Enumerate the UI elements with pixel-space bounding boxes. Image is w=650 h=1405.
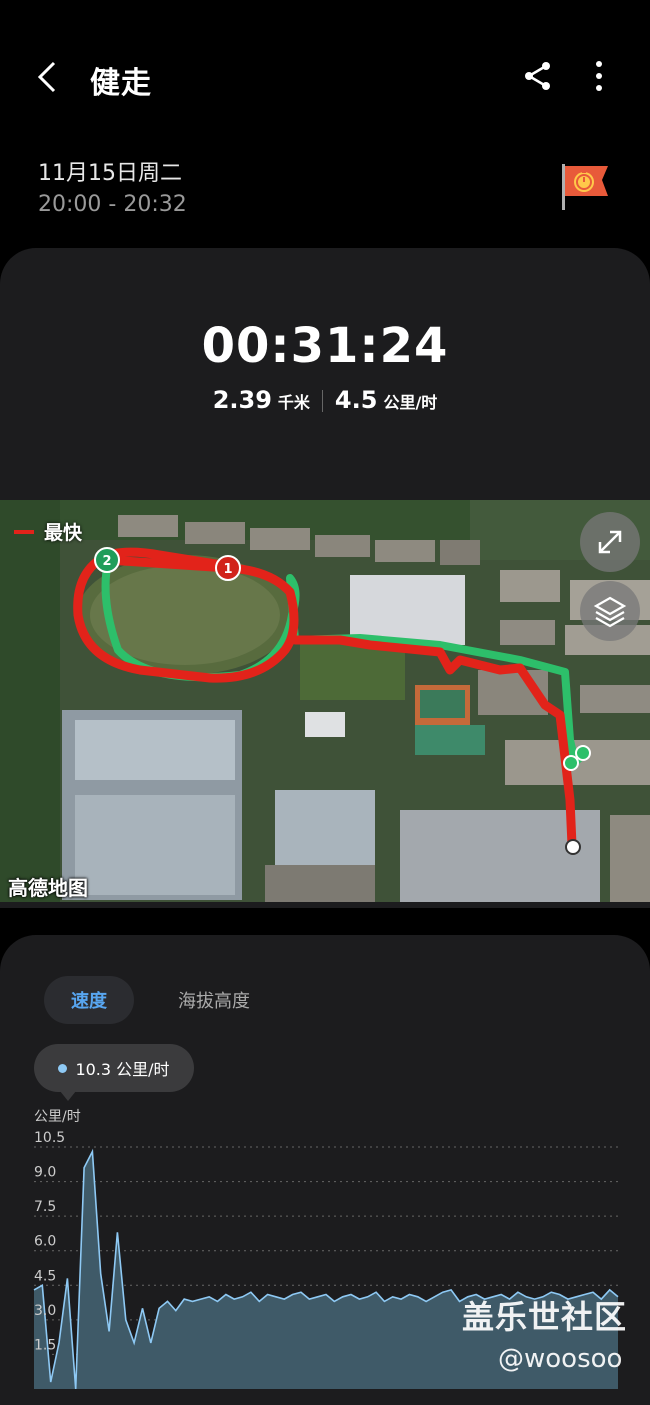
y-tick-label: 1.5 (34, 1337, 56, 1353)
share-button[interactable] (520, 58, 556, 94)
chevron-left-icon (37, 61, 56, 93)
y-tick-label: 10.5 (34, 1130, 65, 1146)
watermark-title: 盖乐世社区 (462, 1298, 628, 1336)
y-tick-label: 7.5 (34, 1199, 56, 1215)
map-layers-button[interactable] (580, 581, 640, 641)
share-icon (525, 62, 550, 90)
tooltip-value: 10.3 公里/时 (75, 1060, 170, 1079)
speed-value: 4.5 (334, 386, 378, 414)
tab-speed[interactable]: 速度 (44, 976, 134, 1024)
page-title: 健走 (90, 66, 152, 101)
svg-text:2: 2 (102, 554, 111, 569)
stopwatch-flag-icon (556, 158, 612, 214)
svg-text:1: 1 (223, 562, 232, 577)
distance-unit: 千米 (277, 393, 310, 412)
y-tick-label: 6.0 (34, 1234, 56, 1250)
chart-tooltip: 10.3 公里/时 (34, 1044, 194, 1092)
km-marker-1: 1 (215, 555, 241, 581)
route-map[interactable]: 2 1 (0, 500, 650, 902)
expand-map-button[interactable] (580, 512, 640, 572)
start-point (563, 755, 579, 771)
speed-unit: 公里/时 (383, 393, 438, 412)
y-tick-label: 9.0 (34, 1165, 56, 1181)
tab-altitude[interactable]: 海拔高度 (178, 976, 250, 1024)
satellite-map: 2 1 (0, 500, 650, 902)
km-marker-2: 2 (94, 547, 120, 573)
map-attribution: 高德地图 (8, 876, 88, 900)
legend-label: 最快 (44, 522, 83, 544)
back-button[interactable] (30, 55, 70, 99)
y-tick-label: 4.5 (34, 1268, 56, 1284)
more-vertical-icon (596, 61, 602, 91)
watermark-handle: @woosoo (498, 1344, 623, 1374)
end-point (565, 839, 581, 855)
duration-value: 00:31:24 (201, 318, 449, 374)
map-legend: 最快 (14, 518, 82, 545)
tooltip-pointer (60, 1091, 76, 1101)
session-date: 11月15日周二 (38, 161, 182, 186)
more-options-button[interactable] (585, 58, 613, 94)
layers-icon (593, 596, 627, 628)
legend-swatch (14, 529, 34, 534)
stats-row: 2.39 千米 4.5 公里/时 (0, 386, 650, 414)
y-axis-unit: 公里/时 (34, 1109, 81, 1125)
route-point (575, 745, 591, 761)
expand-icon (598, 530, 622, 554)
distance-value: 2.39 (212, 386, 272, 414)
tooltip-dot (58, 1063, 68, 1073)
stats-divider (321, 390, 323, 412)
y-tick-label: 3.0 (34, 1303, 56, 1319)
session-time-range: 20:00 - 20:32 (38, 192, 187, 217)
